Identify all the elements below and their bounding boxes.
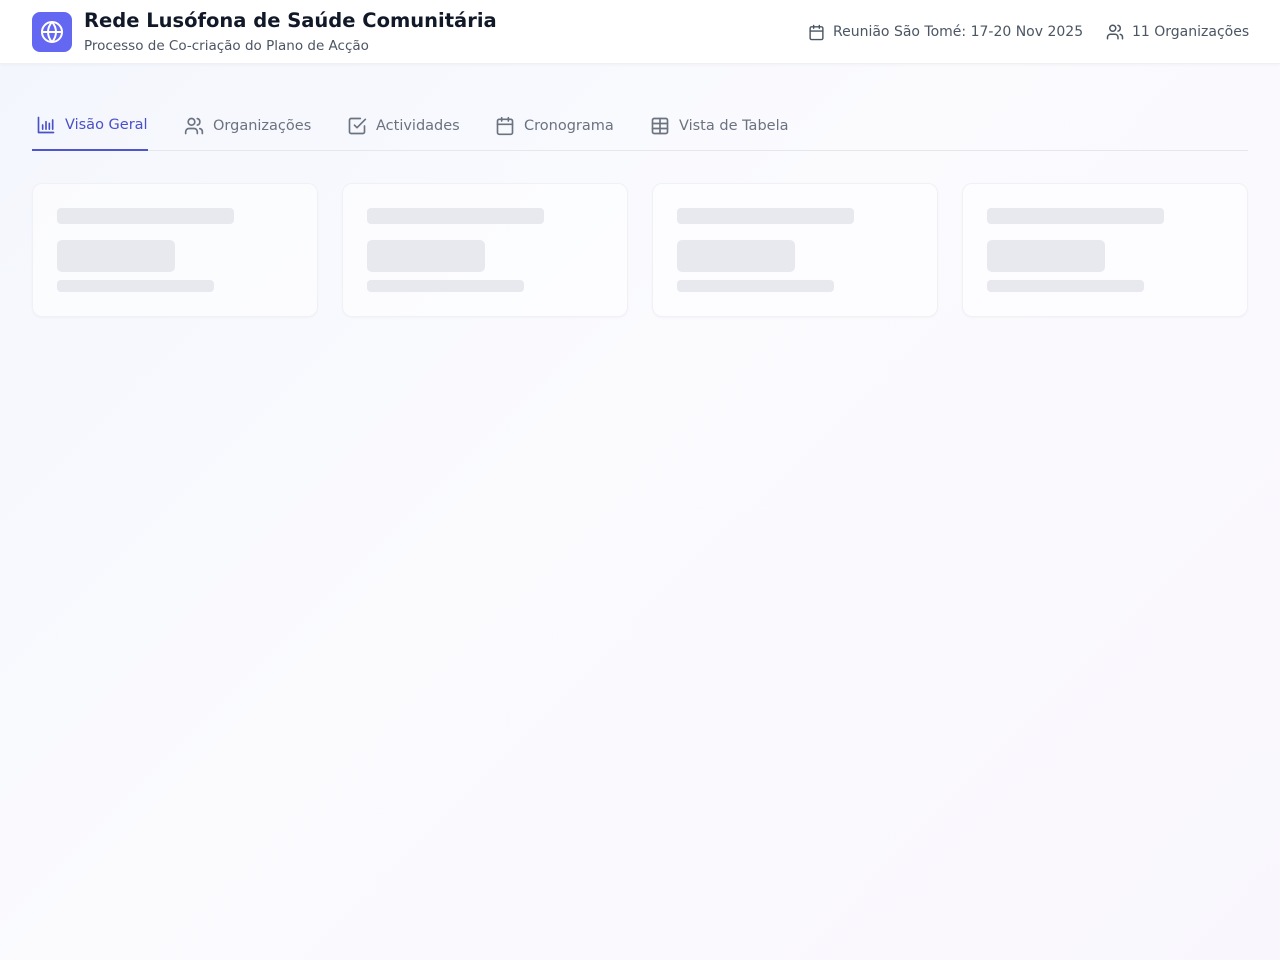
skeleton-line <box>367 280 524 292</box>
tab-actividades[interactable]: Actividades <box>343 100 460 151</box>
tab-label: Organizações <box>213 117 312 134</box>
app-title: Rede Lusófona de Saúde Comunitária <box>84 9 497 32</box>
tab-label: Visão Geral <box>65 116 148 133</box>
loading-card <box>652 183 938 317</box>
tab-label: Vista de Tabela <box>679 117 789 134</box>
main-tabs: Visão Geral Organizações Actividades Cro… <box>32 100 1248 151</box>
skeleton-line <box>677 280 834 292</box>
skeleton-block <box>57 240 175 272</box>
skeleton-line <box>57 208 234 224</box>
loading-card <box>962 183 1248 317</box>
users-icon <box>184 116 204 136</box>
meeting-text: Reunião São Tomé: 17-20 Nov 2025 <box>833 24 1084 40</box>
organizations-text: 11 Organizações <box>1132 24 1250 40</box>
skeleton-line <box>57 280 214 292</box>
app-subtitle: Processo de Co-criação do Plano de Acção <box>84 38 369 54</box>
loading-card <box>32 183 318 317</box>
skeleton-line <box>677 208 854 224</box>
skeleton-block <box>677 240 795 272</box>
skeleton-line <box>367 208 544 224</box>
tab-cronograma[interactable]: Cronograma <box>491 100 614 151</box>
table-icon <box>650 116 670 136</box>
tab-label: Cronograma <box>524 117 614 134</box>
globe-icon <box>40 20 64 44</box>
check-square-icon <box>347 116 367 136</box>
skeleton-block <box>987 240 1105 272</box>
calendar-icon <box>808 24 825 41</box>
tab-label: Actividades <box>376 117 460 134</box>
skeleton-block <box>367 240 485 272</box>
users-icon <box>1106 23 1124 41</box>
tab-organizacoes[interactable]: Organizações <box>180 100 311 151</box>
skeleton-line <box>987 208 1164 224</box>
app-header: Rede Lusófona de Saúde Comunitária Proce… <box>0 0 1280 64</box>
app-logo <box>32 12 72 52</box>
organizations-count: 11 Organizações <box>1106 22 1249 42</box>
meeting-info: Reunião São Tomé: 17-20 Nov 2025 <box>808 22 1083 42</box>
calendar-icon <box>495 116 515 136</box>
tab-visao-geral[interactable]: Visão Geral <box>32 100 148 151</box>
loading-cards <box>32 183 1248 317</box>
loading-card <box>342 183 628 317</box>
bar-chart-icon <box>36 115 56 135</box>
tab-vista-de-tabela[interactable]: Vista de Tabela <box>646 100 788 151</box>
skeleton-line <box>987 280 1144 292</box>
